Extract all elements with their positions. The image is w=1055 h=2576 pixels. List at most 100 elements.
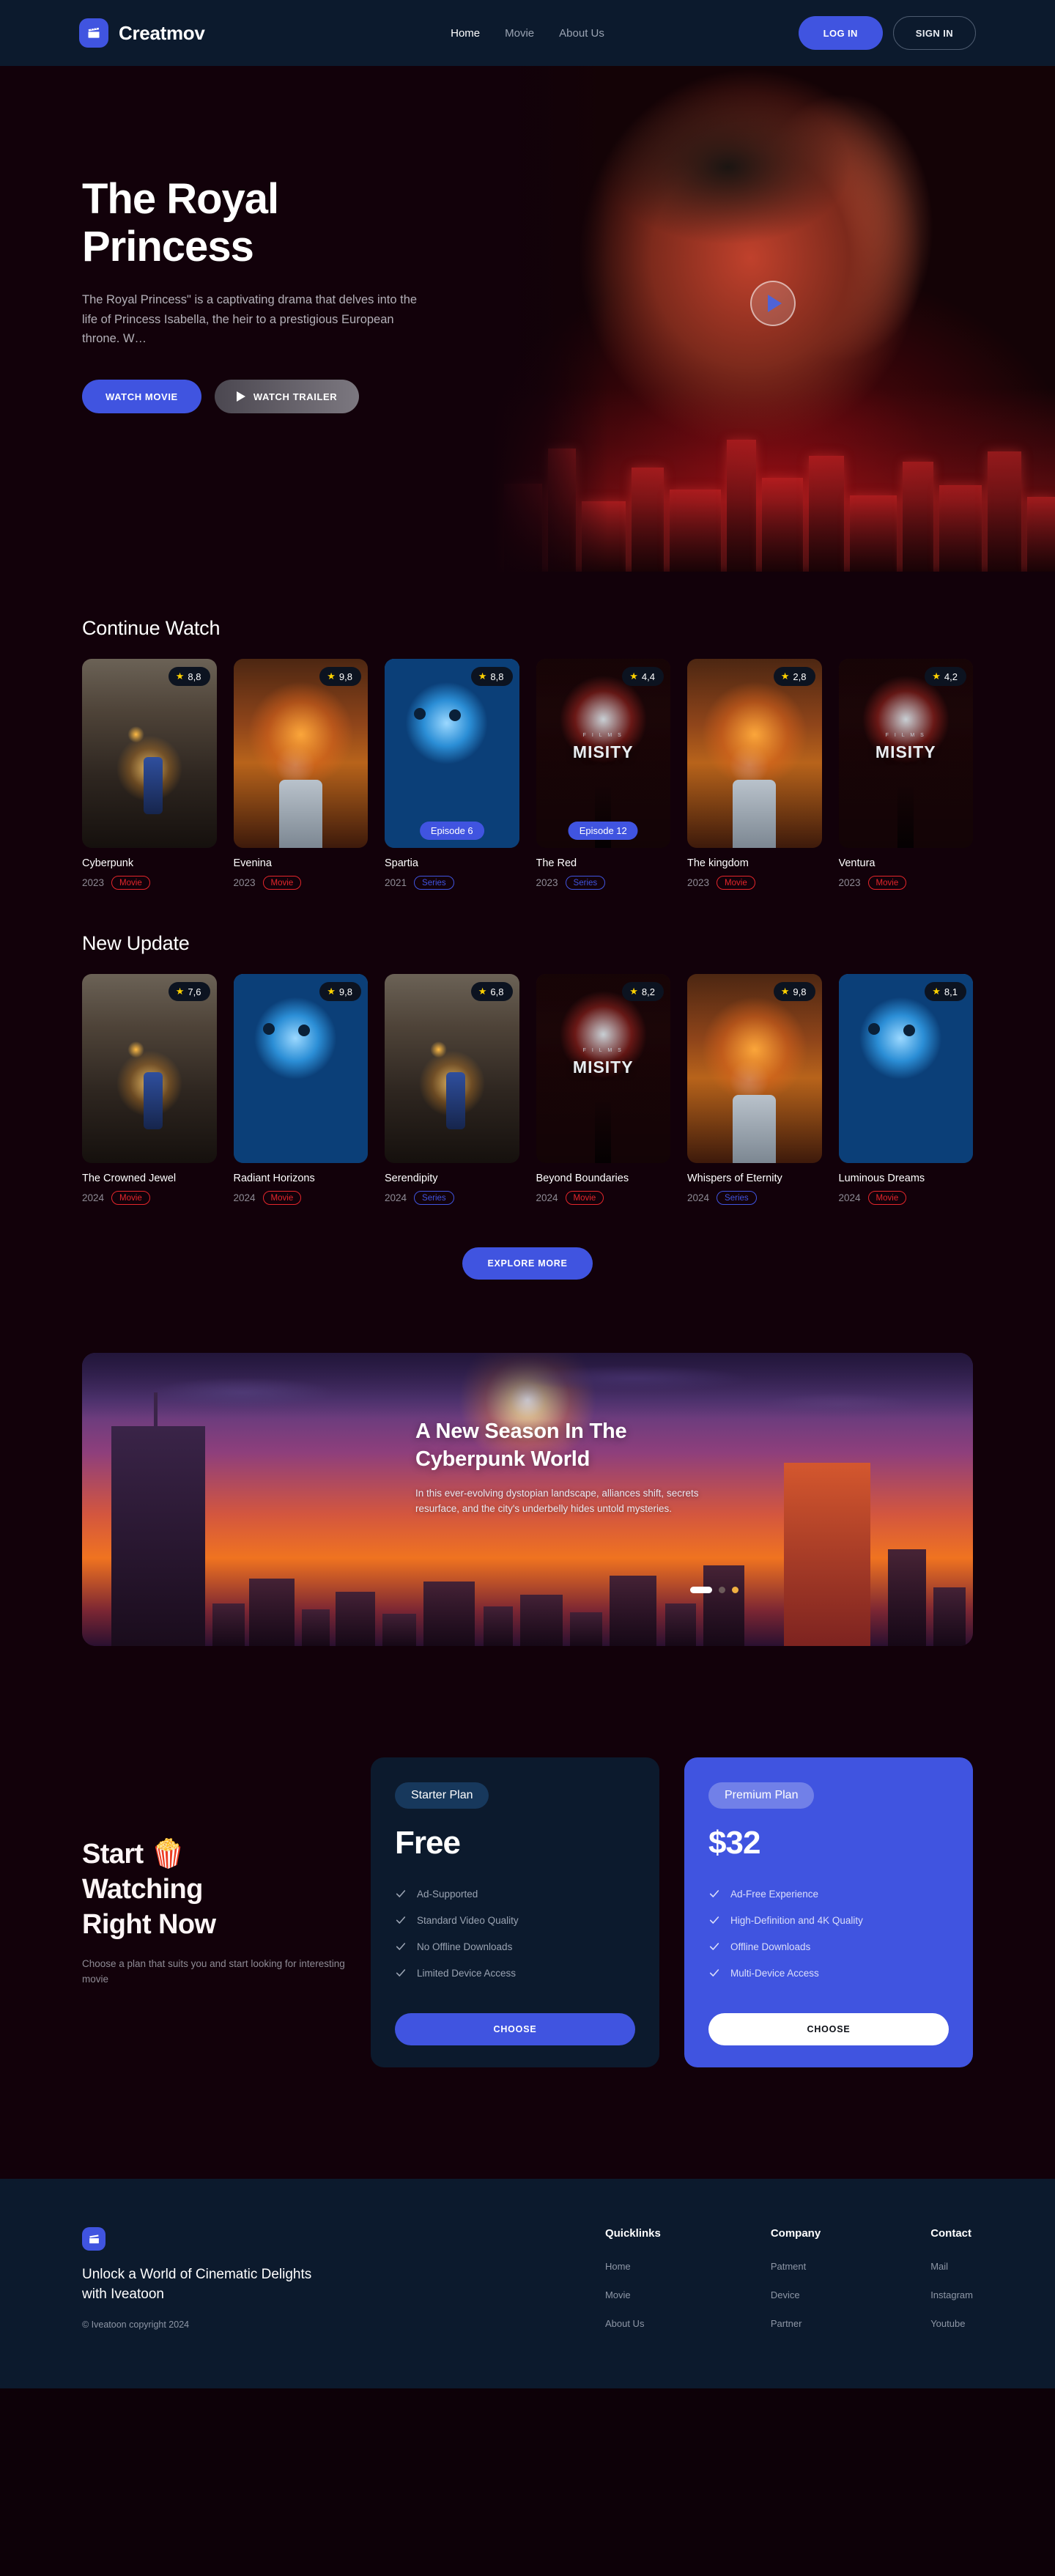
movie-poster[interactable]: ★ 9,8: [687, 974, 822, 1163]
check-icon: [709, 1969, 719, 1977]
movie-poster[interactable]: ★ 7,6: [82, 974, 217, 1163]
watch-trailer-button[interactable]: WATCH TRAILER: [214, 380, 360, 414]
sign-in-button[interactable]: SIGN IN: [892, 16, 976, 50]
footer-link[interactable]: Home: [605, 2261, 631, 2272]
movie-poster[interactable]: F I L M S MISITY ★ 4,4 Episode 12: [536, 659, 670, 848]
watch-trailer-label: WATCH TRAILER: [253, 391, 338, 402]
movie-title: Radiant Horizons: [233, 1173, 315, 1184]
movie-card[interactable]: ★ 8,1 Luminous Dreams 2024 Movie: [838, 974, 973, 1205]
movie-poster[interactable]: ★ 8,8 Episode 6: [385, 659, 519, 848]
carousel-dot[interactable]: [690, 1587, 712, 1593]
footer-link[interactable]: About Us: [605, 2318, 644, 2329]
footer-link[interactable]: Youtube: [930, 2318, 965, 2329]
new-update-section: New Update ★ 7,6 The Crowned Jewel 2024 Movi…: [0, 890, 1055, 1280]
plan-feature-label: Offline Downloads: [730, 1941, 811, 1952]
star-icon: ★: [327, 671, 336, 682]
footer-column-title: Contact: [930, 2227, 972, 2240]
footer-link-item: Youtube: [930, 2317, 973, 2330]
cyberpunk-banner-section: A New Season In The Cyberpunk World In t…: [0, 1353, 1055, 1646]
plan-feature-label: Ad-Free Experience: [730, 1888, 819, 1900]
rating-value: 8,1: [944, 986, 958, 997]
movie-poster[interactable]: ★ 8,1: [838, 974, 973, 1163]
movie-poster[interactable]: ★ 9,8: [233, 659, 368, 848]
banner-carousel-dots: [690, 1587, 738, 1593]
movie-poster[interactable]: ★ 8,8: [82, 659, 217, 848]
movie-card[interactable]: F I L M S MISITY ★ 8,2 Beyond Boundaries 2024…: [536, 974, 671, 1205]
footer-link[interactable]: Partner: [771, 2318, 802, 2329]
check-icon: [396, 1890, 406, 1897]
brand[interactable]: Creatmov: [79, 18, 205, 48]
movie-poster[interactable]: ★ 6,8: [385, 974, 519, 1163]
footer-link-item: Device: [771, 2289, 821, 2302]
movie-title: Ventura: [838, 857, 876, 869]
nav-item-movie[interactable]: Movie: [505, 27, 534, 40]
movie-card[interactable]: ★ 9,8 Evenina 2023 Movie: [233, 659, 368, 890]
footer-column-title: Company: [770, 2227, 821, 2240]
star-icon: ★: [932, 671, 941, 682]
footer-link[interactable]: Movie: [605, 2289, 631, 2300]
footer-link-item: Mail: [930, 2260, 973, 2273]
rating-badge: ★ 9,8: [773, 982, 815, 1001]
rating-badge: ★ 6,8: [470, 982, 513, 1001]
rating-value: 7,6: [188, 986, 201, 997]
movie-poster[interactable]: F I L M S MISITY ★ 8,2: [536, 974, 670, 1163]
rating-value: 9,8: [338, 671, 352, 682]
plan-feature: Standard Video Quality: [395, 1914, 635, 1926]
explore-more-button[interactable]: EXPLORE MORE: [462, 1247, 593, 1280]
movie-poster[interactable]: ★ 2,8: [687, 659, 822, 848]
footer-link[interactable]: Mail: [930, 2261, 948, 2272]
rating-badge: ★ 4,4: [622, 667, 664, 686]
section-title-new-update: New Update: [82, 932, 190, 954]
movie-card[interactable]: ★ 2,8 The kingdom 2023 Movie: [687, 659, 822, 890]
movie-meta: 2024 Movie: [536, 1191, 671, 1205]
footer-link[interactable]: Patment: [771, 2261, 806, 2272]
star-icon: ★: [478, 986, 487, 997]
star-icon: ★: [780, 986, 790, 997]
movie-year: 2023: [536, 877, 558, 888]
movie-title: Spartia: [385, 857, 418, 869]
plan-feature-label: Limited Device Access: [417, 1967, 517, 1979]
movie-card[interactable]: F I L M S MISITY ★ 4,4 Episode 12 The Red 2023…: [536, 659, 670, 890]
movie-year: 2024: [233, 1192, 256, 1203]
footer-link[interactable]: Device: [771, 2289, 800, 2300]
plan-price-premium: $32: [708, 1825, 760, 1861]
movie-title: Whispers of Eternity: [687, 1173, 782, 1184]
plan-feature: High-Definition and 4K Quality: [708, 1914, 949, 1926]
star-icon: ★: [327, 986, 336, 997]
episode-badge: Episode 12: [568, 822, 638, 840]
movie-card[interactable]: F I L M S MISITY ★ 4,2 Ventura 2023 Movie: [838, 659, 973, 890]
log-in-button[interactable]: LOG IN: [798, 16, 883, 50]
carousel-dot[interactable]: [732, 1587, 738, 1593]
pricing-heading: Start 🍿 Watching Right Now: [82, 1837, 346, 1943]
movie-card[interactable]: ★ 9,8 Whispers of Eternity 2024 Series: [687, 974, 822, 1205]
check-icon: [709, 1916, 719, 1924]
movie-card[interactable]: ★ 8,8 Episode 6 Spartia 2021 Series: [385, 659, 519, 890]
carousel-dot[interactable]: [719, 1587, 725, 1593]
hero-actions: WATCH MOVIE WATCH TRAILER: [82, 380, 425, 414]
movie-poster[interactable]: ★ 9,8: [233, 974, 368, 1163]
star-icon: ★: [629, 671, 638, 682]
movie-poster[interactable]: F I L M S MISITY ★ 4,2: [838, 659, 973, 848]
movie-type-badge: Series: [414, 1191, 454, 1205]
movie-card[interactable]: ★ 9,8 Radiant Horizons 2024 Movie: [233, 974, 369, 1205]
check-icon: [709, 1890, 719, 1897]
choose-premium-button[interactable]: CHOOSE: [708, 2013, 949, 2045]
movie-card[interactable]: ★ 6,8 Serendipity 2024 Series: [385, 974, 519, 1205]
cyberpunk-banner[interactable]: A New Season In The Cyberpunk World In t…: [82, 1353, 973, 1646]
poster-artwork: [687, 659, 822, 848]
movie-card[interactable]: ★ 7,6 The Crowned Jewel 2024 Movie: [82, 974, 217, 1205]
movie-card[interactable]: ★ 8,8 Cyberpunk 2023 Movie: [82, 659, 217, 890]
nav-item-about-us[interactable]: About Us: [559, 27, 604, 40]
watch-movie-button[interactable]: WATCH MOVIE: [82, 380, 201, 414]
choose-starter-button[interactable]: CHOOSE: [395, 2013, 635, 2045]
movie-meta: 2024 Movie: [234, 1191, 369, 1205]
movie-meta: 2024 Series: [385, 1191, 519, 1205]
plan-feature: Offline Downloads: [708, 1941, 949, 1952]
nav-item-home[interactable]: Home: [451, 27, 480, 40]
plan-tag-starter: Starter Plan: [395, 1782, 489, 1809]
footer-link[interactable]: Instagram: [930, 2289, 973, 2300]
play-icon[interactable]: [750, 281, 796, 327]
poster-artwork: [838, 974, 973, 1163]
poster-artwork: [82, 974, 217, 1163]
rating-value: 2,8: [793, 671, 807, 682]
